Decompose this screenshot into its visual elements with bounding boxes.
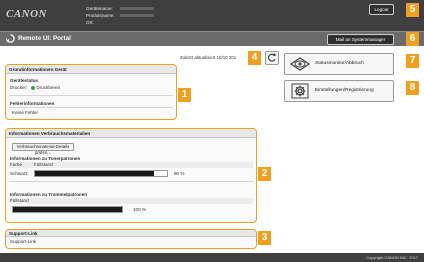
ready-status-icon: [31, 85, 36, 90]
settings-registration-icon: [291, 83, 309, 99]
basic-info-heading: Grundinformationen Gerät: [6, 65, 176, 74]
callout-6: 6: [406, 32, 419, 46]
error-info-title: Fehlerinformationen: [10, 101, 55, 106]
status-monitor-icon: [289, 57, 311, 71]
mail-to-admin-button[interactable]: Mail an Systemmanager: [327, 34, 394, 45]
divider: [9, 107, 173, 108]
settings-registration-button[interactable]: Einstellungen/Registrierung: [284, 80, 394, 102]
callout-3: 3: [258, 231, 271, 245]
drum-level-fill: [13, 207, 122, 212]
refresh-button[interactable]: [265, 51, 279, 65]
divider: [9, 95, 173, 96]
callout-1: 1: [178, 88, 191, 102]
device-status-title: Gerätestatus: [10, 78, 39, 83]
printer-status: Druckbereit: [36, 85, 60, 90]
callout-5: 5: [406, 3, 419, 17]
support-link[interactable]: Support-Link: [10, 239, 36, 244]
col-level-header: Füllstand: [34, 162, 53, 167]
callout-2: 2: [258, 167, 271, 181]
device-name-value: [120, 6, 154, 10]
callout-8: 8: [406, 81, 419, 95]
divider: [9, 181, 253, 182]
drum-info-title: Informationen zu Trommelpatronen: [10, 192, 88, 197]
support-heading: Support-Link: [6, 230, 256, 237]
consumables-heading: Informationen Verbrauchsmaterialien: [6, 129, 256, 138]
remote-ui-icon: [6, 34, 15, 43]
status-monitor-label: Statusmonitor/Abbruch: [315, 61, 364, 66]
product-name-value: [120, 13, 154, 17]
location-label: Ort:: [86, 20, 94, 25]
col-color-header: Farbe: [10, 162, 23, 167]
check-consumables-details-button[interactable]: Verbrauchsmaterial-Details prüfen...: [12, 143, 74, 155]
drum-percent: 100 %: [133, 207, 147, 212]
canon-logo: CANON: [6, 8, 48, 20]
copyright-text: Copyright CANON INC. 2017: [366, 255, 418, 260]
device-name-label: Gerätename:: [86, 6, 113, 11]
error-info-value: Keine Fehler: [12, 110, 39, 115]
footer: Copyright CANON INC. 2017: [0, 253, 424, 262]
refresh-icon: [268, 53, 276, 62]
last-updated-text: Zuletzt aktualisiert 10/10 201: [180, 55, 237, 60]
callout-4: 4: [248, 51, 261, 65]
basic-info-panel: Grundinformationen Gerät Gerätestatus Dr…: [5, 64, 177, 120]
status-monitor-button[interactable]: Statusmonitor/Abbruch: [284, 53, 394, 75]
drum-header-band: [9, 198, 253, 204]
toner-level-fill: [35, 171, 154, 176]
printer-status-row: Drucker: Druckbereit: [10, 85, 60, 90]
toner-info-title: Informationen zu Tonerpatronen: [10, 156, 81, 161]
callout-7: 7: [406, 54, 419, 68]
settings-registration-label: Einstellungen/Registrierung: [315, 88, 374, 93]
consumables-panel: Informationen Verbrauchsmaterialien Verb…: [5, 128, 257, 223]
toner-color: Schwarz: [10, 171, 28, 176]
drum-level-bar: [12, 206, 123, 213]
top-bar: CANON Gerätename: Produktname: Ort: Logo…: [0, 0, 424, 31]
page-title: Remote UI: Portal: [18, 35, 71, 42]
support-panel: Support-Link Support-Link: [5, 229, 257, 249]
drum-level-header: Füllstand: [10, 198, 29, 203]
device-info: Gerätename: Produktname: Ort:: [86, 5, 154, 26]
product-name-label: Produktname:: [86, 13, 115, 18]
toner-percent: 90 %: [174, 171, 185, 176]
printer-label: Drucker:: [10, 85, 28, 90]
toner-level-bar: [34, 170, 168, 177]
logout-button[interactable]: Logout: [369, 4, 394, 15]
